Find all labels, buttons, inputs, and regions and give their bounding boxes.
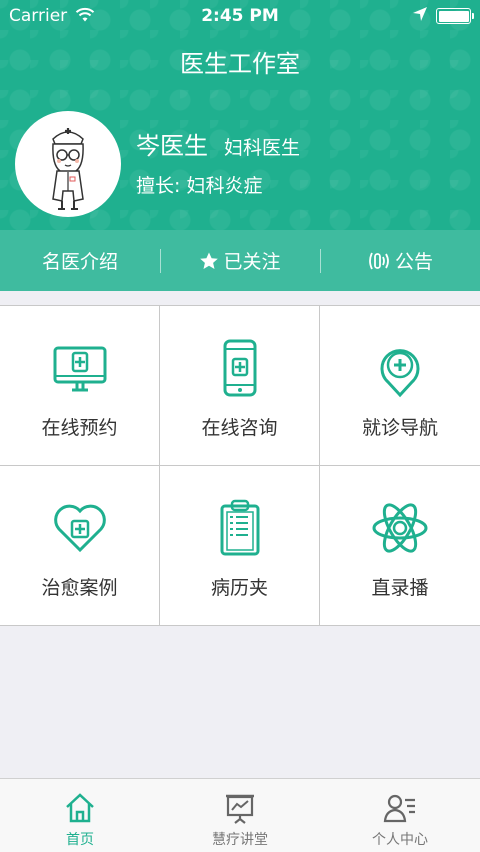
grid-visit-navigation-label: 就诊导航 [361, 417, 438, 439]
tab-announcement-label: 公告 [394, 251, 433, 273]
doctor-title: 妇科医生 [224, 137, 301, 159]
grid-cured-cases-label: 治愈案例 [41, 577, 118, 599]
tabbar-lecture-label: 慧疗讲堂 [212, 832, 268, 848]
tabbar-profile[interactable]: 个人中心 [320, 779, 480, 852]
doctor-specialty: 擅长: 妇科炎症 [136, 175, 263, 197]
page-title: 医生工作室 [180, 50, 300, 78]
grid-visit-navigation[interactable]: 就诊导航 [320, 306, 480, 466]
grid-online-booking-label: 在线预约 [41, 417, 118, 439]
status-bar: Carrier 2:45 PM [0, 0, 480, 32]
user-icon [383, 794, 415, 823]
home-icon [66, 793, 94, 823]
location-arrow-icon [412, 6, 428, 27]
tab-announcement[interactable]: 公告 [320, 230, 480, 291]
grid-cured-cases[interactable]: 治愈案例 [0, 466, 160, 626]
heart-plus-icon [53, 504, 106, 553]
doctor-avatar[interactable] [15, 111, 121, 217]
header-banner: Carrier 2:45 PM 医生工作室 岑医生 妇科医生 擅长: 妇科炎症 [0, 0, 480, 230]
doctor-action-tabs: 名医介绍 已关注 公告 [0, 230, 480, 291]
status-time: 2:45 PM [201, 6, 279, 26]
bottom-tab-bar: 首页 慧疗讲堂 个人中心 [0, 778, 480, 852]
grid-live-broadcast-label: 直录播 [371, 577, 429, 599]
atom-icon [372, 503, 428, 553]
presentation-icon [226, 794, 254, 824]
phone-plus-icon [223, 339, 256, 397]
tab-doctor-intro-label: 名医介绍 [41, 251, 118, 273]
tab-followed-label: 已关注 [223, 251, 281, 273]
clipboard-icon [220, 499, 259, 556]
grid-online-consult-label: 在线咨询 [201, 417, 278, 439]
doctor-cartoon-icon [52, 128, 84, 210]
doctor-name: 岑医生 [136, 132, 208, 160]
grid-medical-records[interactable]: 病历夹 [160, 466, 320, 626]
tabbar-home[interactable]: 首页 [0, 779, 160, 852]
grid-online-booking[interactable]: 在线预约 [0, 306, 160, 466]
battery-icon [436, 8, 474, 24]
broadcast-icon [367, 250, 391, 272]
grid-online-consult[interactable]: 在线咨询 [160, 306, 320, 466]
grid-medical-records-label: 病历夹 [210, 577, 268, 599]
tab-doctor-intro[interactable]: 名医介绍 [0, 230, 160, 291]
feature-grid: 在线预约 在线咨询 就诊导航 治愈案例 病历夹 直录播 [0, 305, 480, 626]
tabbar-home-label: 首页 [66, 832, 94, 848]
location-plus-icon [380, 349, 420, 398]
tab-followed[interactable]: 已关注 [160, 230, 320, 291]
star-icon [199, 251, 219, 271]
tabbar-lecture[interactable]: 慧疗讲堂 [160, 779, 320, 852]
tabbar-profile-label: 个人中心 [372, 832, 428, 848]
grid-live-broadcast[interactable]: 直录播 [320, 466, 480, 626]
monitor-plus-icon [53, 346, 106, 392]
